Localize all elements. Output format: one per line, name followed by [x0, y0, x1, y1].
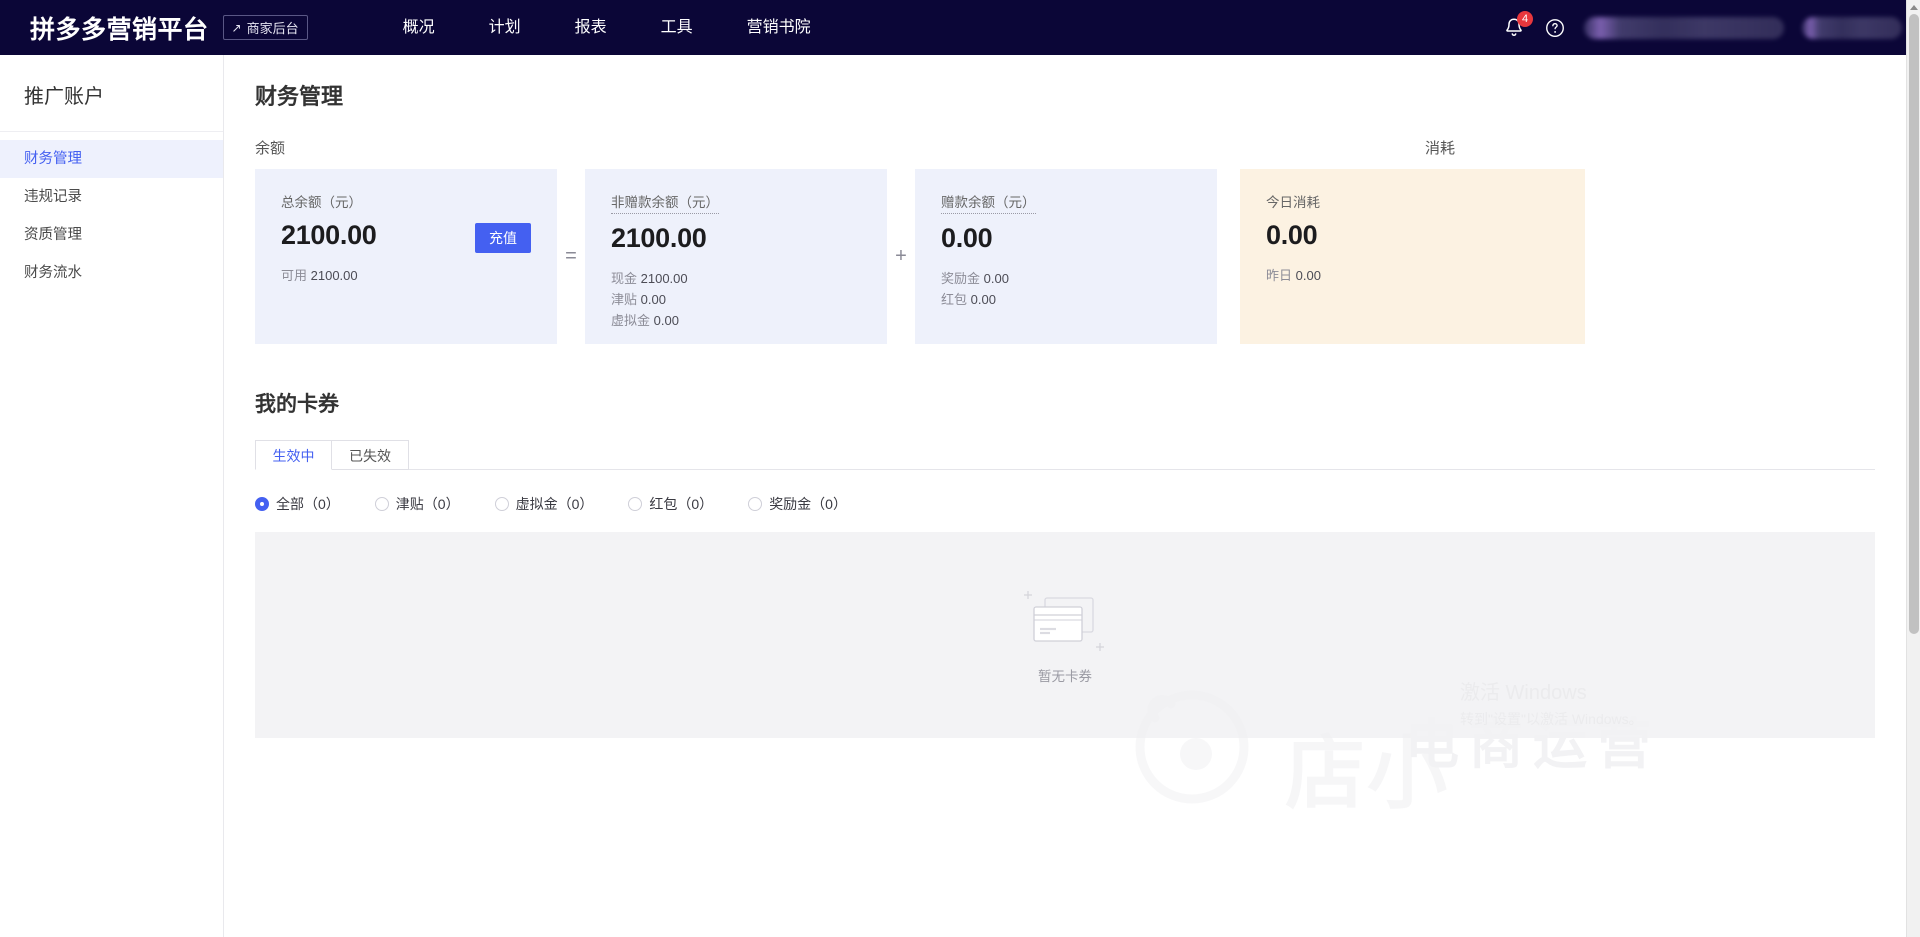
breakdown-row: 奖励金 0.00	[941, 268, 1217, 289]
top-header: 拼多多营销平台 ↗ 商家后台 概况 计划 报表 工具 营销书院 4	[0, 0, 1920, 55]
brand-logo: 拼多多营销平台	[30, 15, 209, 44]
empty-cards-icon	[1022, 585, 1108, 657]
main-content: 财务管理 余额 消耗 总余额（元） 2100.00 可用 2100.00 充值 …	[224, 55, 1906, 937]
sidebar-title: 推广账户	[0, 55, 223, 132]
sidebar-item-finance-management[interactable]: 财务管理	[0, 140, 223, 178]
nav-item-academy[interactable]: 营销书院	[720, 0, 838, 55]
notification-count-badge: 4	[1517, 10, 1533, 27]
today-spend-card: 今日消耗 0.00 昨日 0.00	[1240, 169, 1585, 344]
filter-virtual-money[interactable]: 虚拟金（0）	[494, 494, 594, 514]
subsidy-value: 0.00	[640, 292, 666, 307]
page-scrollbar[interactable]	[1906, 0, 1920, 937]
filter-subsidy-label: 津贴（0）	[395, 496, 460, 512]
user-account-info[interactable]	[1584, 16, 1784, 39]
merchant-backend-label: 商家后台	[246, 21, 299, 36]
total-balance-card: 总余额（元） 2100.00 可用 2100.00 充值	[255, 169, 557, 344]
breakdown-row: 红包 0.00	[941, 289, 1217, 310]
non-gift-breakdown: 现金 2100.00 津贴 0.00 虚拟金 0.00	[611, 268, 887, 331]
filter-redpacket[interactable]: 红包（0）	[628, 494, 713, 514]
filter-redpacket-label: 红包（0）	[649, 496, 714, 512]
breakdown-row: 虚拟金 0.00	[611, 310, 887, 331]
reward-value: 0.00	[983, 271, 1009, 286]
page-title: 财务管理	[255, 84, 344, 109]
sidebar-item-violation-records[interactable]: 违规记录	[0, 178, 223, 216]
subsidy-label: 津贴	[611, 292, 638, 307]
redpacket-value: 0.00	[970, 292, 996, 307]
header-actions: 4	[1502, 0, 1902, 55]
nav-item-overview[interactable]: 概况	[376, 0, 462, 55]
filter-virtual-money-label: 虚拟金（0）	[515, 496, 594, 512]
radio-icon	[374, 497, 389, 511]
coupons-tabs: 生效中 已失效	[224, 440, 1906, 470]
total-balance-label: 总余额（元）	[281, 195, 362, 210]
sidebar-menu: 财务管理 违规记录 资质管理 财务流水	[0, 132, 223, 292]
redpacket-label: 红包	[941, 292, 968, 307]
nav-item-report[interactable]: 报表	[548, 0, 634, 55]
virtual-money-value: 0.00	[653, 313, 679, 328]
filter-all[interactable]: 全部（0）	[255, 494, 340, 514]
recharge-button[interactable]: 充值	[475, 223, 531, 253]
gift-balance-amount: 0.00	[941, 223, 993, 253]
breakdown-row: 津贴 0.00	[611, 289, 887, 310]
yesterday-spend: 昨日 0.00	[1266, 265, 1585, 286]
summary-cards-row: 总余额（元） 2100.00 可用 2100.00 充值 = 非赠款余额（元） …	[224, 169, 1906, 344]
gift-balance-card: 赠款余额（元） 0.00 奖励金 0.00 红包 0.00	[915, 169, 1217, 344]
radio-icon	[628, 497, 643, 511]
filter-reward-label: 奖励金（0）	[769, 496, 847, 512]
notifications-button[interactable]: 4	[1502, 10, 1533, 40]
external-link-icon: ↗	[231, 20, 242, 35]
cash-value: 2100.00	[640, 271, 688, 286]
radio-icon	[748, 497, 763, 511]
virtual-money-label: 虚拟金	[611, 313, 651, 328]
coupons-title: 我的卡券	[255, 393, 339, 416]
today-spend-amount: 0.00	[1266, 220, 1318, 250]
sidebar-item-finance-transactions[interactable]: 财务流水	[0, 254, 223, 292]
equals-operator: =	[557, 169, 585, 344]
non-gift-balance-label[interactable]: 非赠款余额（元）	[611, 191, 719, 214]
section-labels: 余额 消耗	[224, 137, 1906, 158]
filter-subsidy[interactable]: 津贴（0）	[374, 494, 460, 514]
nav-item-plan[interactable]: 计划	[462, 0, 548, 55]
gift-balance-label[interactable]: 赠款余额（元）	[941, 191, 1036, 214]
cards-gap	[1217, 169, 1240, 344]
radio-icon	[255, 497, 269, 511]
empty-state-text: 暂无卡券	[1038, 669, 1092, 684]
scroll-up-arrow-icon[interactable]	[1907, 0, 1920, 14]
scrollbar-thumb[interactable]	[1909, 14, 1919, 634]
filter-reward[interactable]: 奖励金（0）	[748, 494, 847, 514]
merchant-backend-button[interactable]: ↗ 商家后台	[222, 15, 308, 40]
total-balance-available: 可用 2100.00	[281, 265, 557, 286]
main-nav: 概况 计划 报表 工具 营销书院	[376, 0, 838, 55]
filter-all-label: 全部（0）	[276, 496, 340, 512]
yesterday-label: 昨日	[1266, 268, 1293, 283]
available-value: 2100.00	[310, 268, 358, 283]
tab-active-coupons[interactable]: 生效中	[255, 440, 332, 470]
reward-label: 奖励金	[941, 271, 981, 286]
yesterday-value: 0.00	[1295, 268, 1321, 283]
sidebar-item-qualification-management[interactable]: 资质管理	[0, 216, 223, 254]
today-spend-label: 今日消耗	[1266, 195, 1320, 210]
plus-operator: +	[887, 169, 915, 344]
coupons-empty-state: 暂无卡券	[255, 532, 1875, 738]
cash-label: 现金	[611, 271, 638, 286]
gift-breakdown: 奖励金 0.00 红包 0.00	[941, 268, 1217, 310]
available-label: 可用	[281, 268, 308, 283]
question-circle-icon[interactable]	[1544, 17, 1566, 39]
spend-section-label: 消耗	[1425, 140, 1456, 157]
coupon-type-filters: 全部（0） 津贴（0） 虚拟金（0） 红包（0） 奖励金（0）	[224, 494, 1906, 514]
non-gift-balance-amount: 2100.00	[611, 223, 707, 253]
shop-name-info[interactable]	[1802, 16, 1902, 39]
balance-section-label: 余额	[255, 140, 286, 157]
non-gift-balance-card: 非赠款余额（元） 2100.00 现金 2100.00 津贴 0.00 虚拟金 …	[585, 169, 887, 344]
breakdown-row: 现金 2100.00	[611, 268, 887, 289]
sidebar: 推广账户 财务管理 违规记录 资质管理 财务流水	[0, 55, 224, 937]
nav-item-tools[interactable]: 工具	[634, 0, 720, 55]
radio-icon	[494, 497, 509, 511]
tab-expired-coupons[interactable]: 已失效	[332, 440, 409, 470]
